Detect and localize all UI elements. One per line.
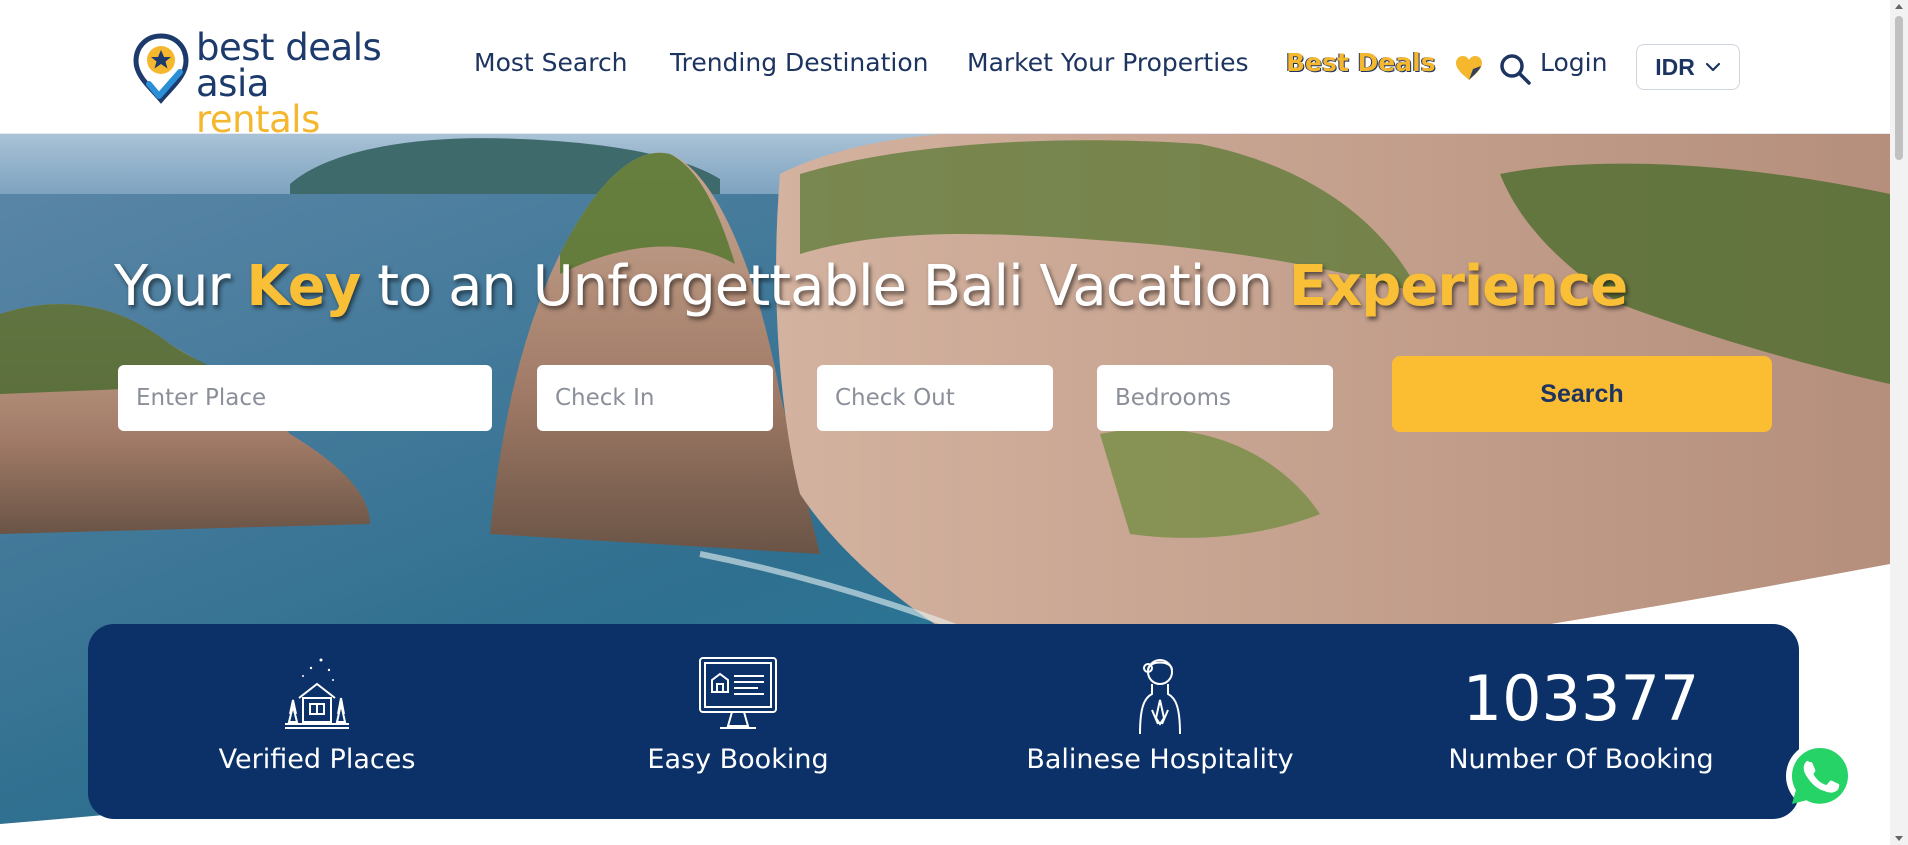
stat-number-of-booking: 103377 Number Of Booking	[1421, 624, 1741, 819]
headline-part-1: Your	[114, 254, 247, 319]
search-icon[interactable]	[1498, 52, 1532, 86]
currency-label: IDR	[1655, 53, 1695, 80]
stat-label: Balinese Hospitality	[1026, 744, 1294, 775]
stat-verified-places: Verified Places	[157, 624, 477, 819]
heart-icon[interactable]	[1454, 54, 1484, 82]
headline-key: Key	[246, 254, 361, 319]
login-link[interactable]: Login	[1540, 48, 1607, 77]
computer-booking-icon	[699, 657, 777, 729]
bedrooms-input[interactable]	[1097, 365, 1333, 431]
headline-experience: Experience	[1288, 254, 1628, 319]
whatsapp-icon[interactable]	[1784, 740, 1856, 812]
nav-most-search[interactable]: Most Search	[474, 48, 628, 77]
stat-balinese-hospitality: Balinese Hospitality	[1000, 624, 1320, 819]
logo-wordmark: best deals asia rentals	[196, 26, 392, 138]
headline-part-3: to an Unforgettable Bali Vacation	[360, 254, 1289, 319]
stat-easy-booking: Easy Booking	[578, 624, 898, 819]
check-in-input[interactable]	[537, 365, 773, 431]
house-trees-icon	[285, 658, 349, 729]
stat-label: Easy Booking	[647, 744, 829, 775]
booking-count: 103377	[1462, 662, 1700, 735]
logo-pin-icon	[133, 33, 189, 104]
stats-panel: Verified Places Easy Booking Balinese Ho…	[88, 624, 1799, 819]
scroll-up-arrow[interactable]	[1895, 4, 1903, 9]
logo-line-1: best deals	[196, 26, 382, 69]
nav-best-deals[interactable]: Best Deals	[1286, 48, 1436, 77]
hero-section: Your Key to an Unforgettable Bali Vacati…	[0, 134, 1890, 845]
place-input[interactable]	[118, 365, 492, 431]
balinese-greeting-icon	[1139, 659, 1181, 735]
site-header: best deals asia rentals Most Search Tren…	[0, 0, 1890, 138]
search-button[interactable]: Search	[1392, 356, 1772, 432]
scroll-thumb[interactable]	[1895, 16, 1903, 160]
nav-trending-destination[interactable]: Trending Destination	[670, 48, 928, 77]
logo-line-2: asia rentals	[196, 65, 392, 138]
nav-market-your-properties[interactable]: Market Your Properties	[967, 48, 1249, 77]
stat-label: Verified Places	[218, 744, 416, 775]
chevron-down-icon	[1705, 62, 1720, 72]
stat-label: Number Of Booking	[1448, 744, 1714, 775]
currency-selector[interactable]: IDR	[1636, 44, 1740, 90]
page-scrollbar[interactable]	[1890, 0, 1908, 845]
hero-headline: Your Key to an Unforgettable Bali Vacati…	[114, 254, 1628, 319]
scroll-down-arrow[interactable]	[1895, 836, 1903, 841]
brand-logo[interactable]: best deals asia rentals	[132, 29, 392, 138]
check-out-input[interactable]	[817, 365, 1053, 431]
